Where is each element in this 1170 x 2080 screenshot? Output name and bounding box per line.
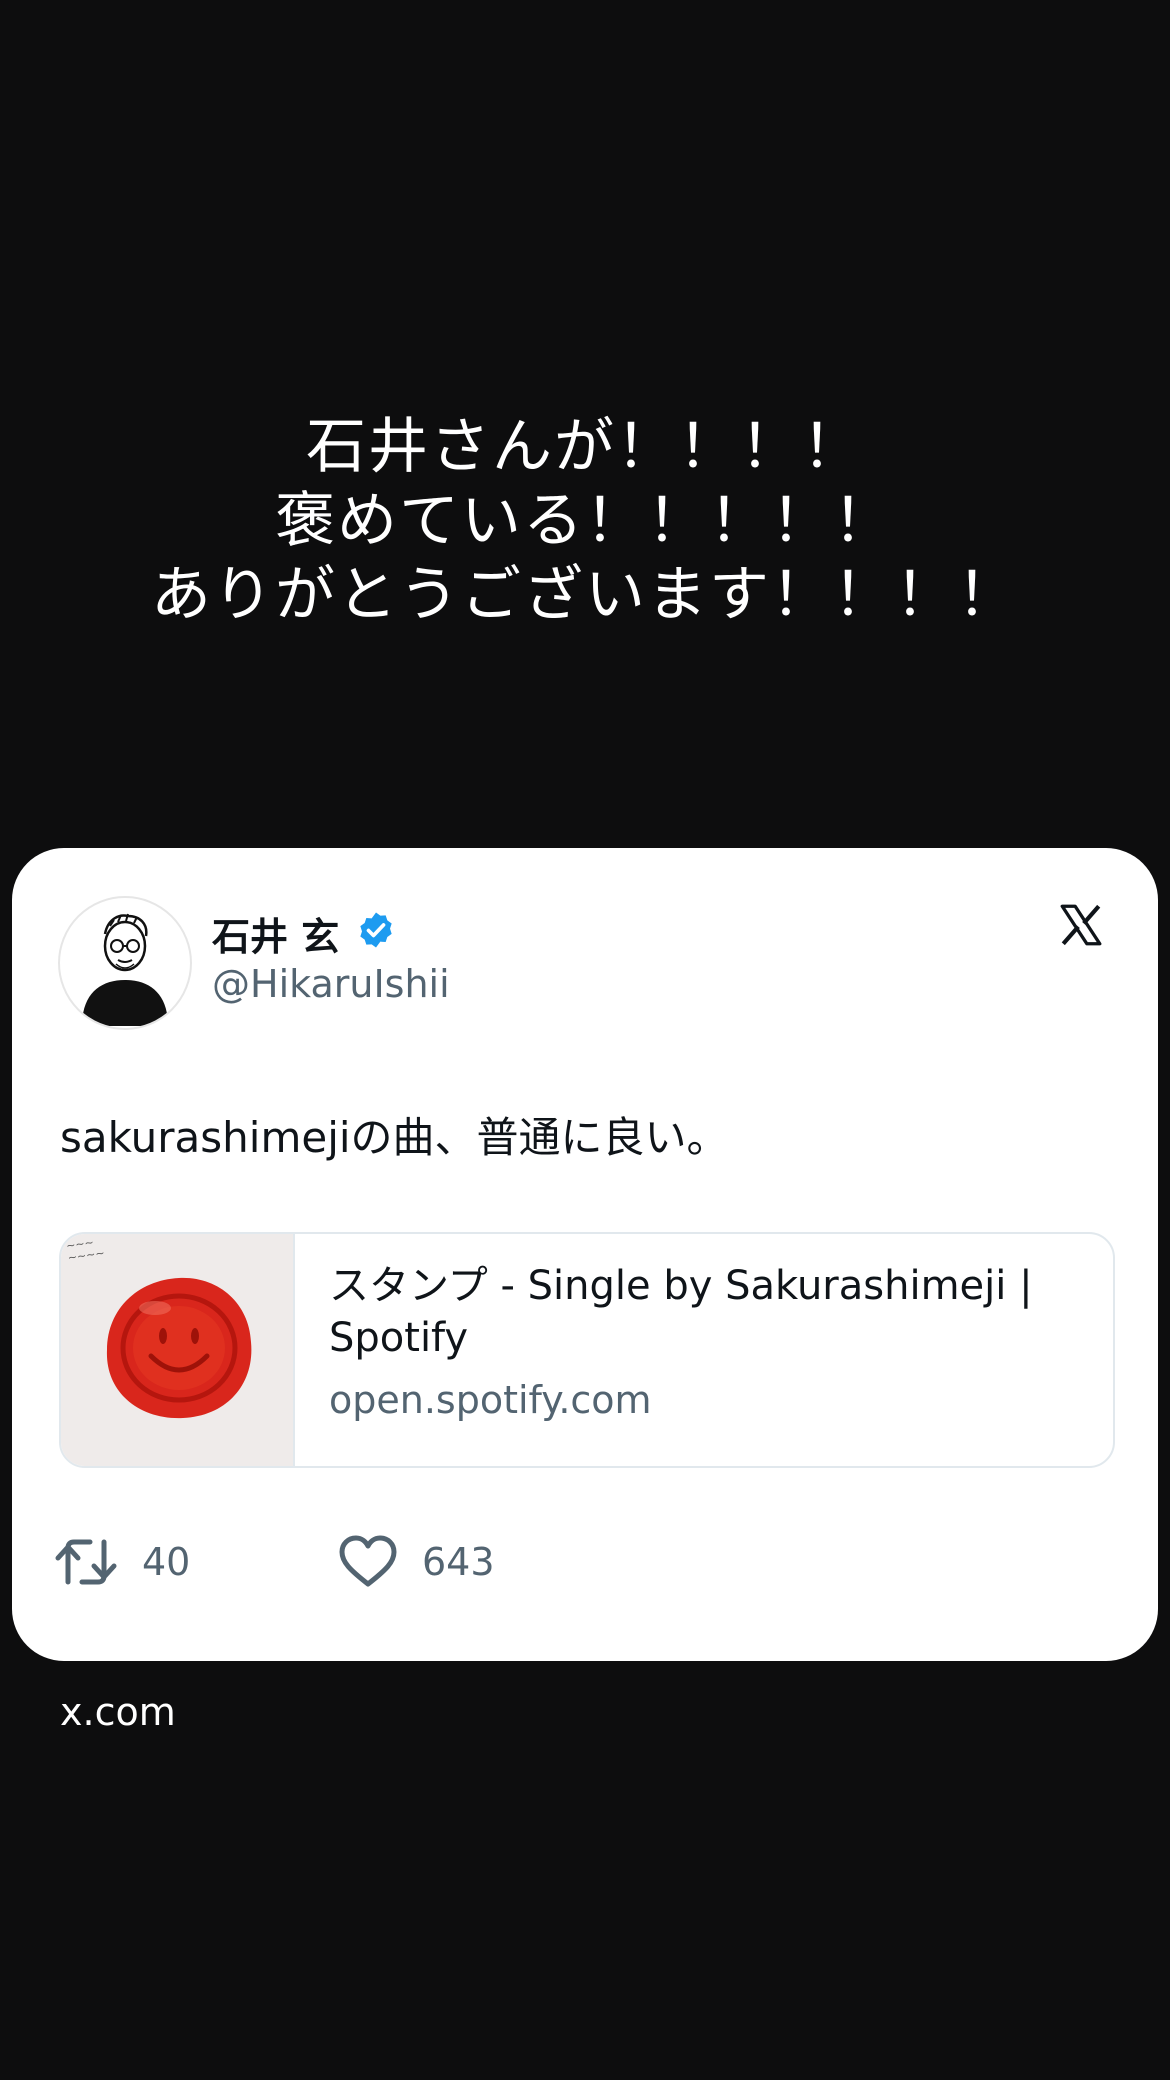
link-title: スタンプ - Single by Sakurashimeji | Spotify [329, 1263, 1033, 1361]
like-count: 643 [422, 1540, 495, 1584]
caption-line-1: 石井さんが！！！！ [306, 412, 864, 482]
tweet-card[interactable]: 石井 玄 @HikaruIshii sakurashimejiの曲、普通に良い。… [12, 848, 1158, 1661]
caption-line-3: ありがとうございます！！！！ [151, 560, 1019, 630]
tweet-text: sakurashimejiの曲、普通に良い。 [60, 1113, 729, 1162]
author-display-name[interactable]: 石井 玄 [212, 906, 339, 961]
verified-badge-icon [360, 912, 392, 948]
caption-line-2: 褒めている！！！！！ [275, 486, 895, 556]
link-domain: open.spotify.com [329, 1378, 652, 1422]
retweet-count: 40 [142, 1540, 191, 1584]
retweet-button[interactable]: 40 [54, 1534, 190, 1590]
avatar[interactable] [58, 896, 192, 1030]
caption: 石井さんが！！！！ 褒めている！！！！！ ありがとうございます！！！！ [0, 410, 1170, 632]
link-thumbnail: ~~~ ~~~~ [61, 1234, 295, 1466]
x-logo-icon[interactable] [1056, 900, 1106, 950]
author-handle[interactable]: @HikaruIshii [212, 962, 450, 1006]
retweet-icon [55, 1539, 117, 1585]
footer-domain[interactable]: x.com [60, 1690, 176, 1734]
red-wax-seal-smiley-icon [106, 1277, 252, 1419]
thumbnail-scribble: ~~~ ~~~~ [65, 1235, 106, 1265]
link-preview-card[interactable]: ~~~ ~~~~ スタンプ - Single by Sakurashimeji |… [59, 1232, 1115, 1468]
avatar-illustration-icon [82, 913, 168, 1026]
like-button[interactable]: 643 [338, 1534, 495, 1590]
heart-icon [339, 1535, 397, 1587]
